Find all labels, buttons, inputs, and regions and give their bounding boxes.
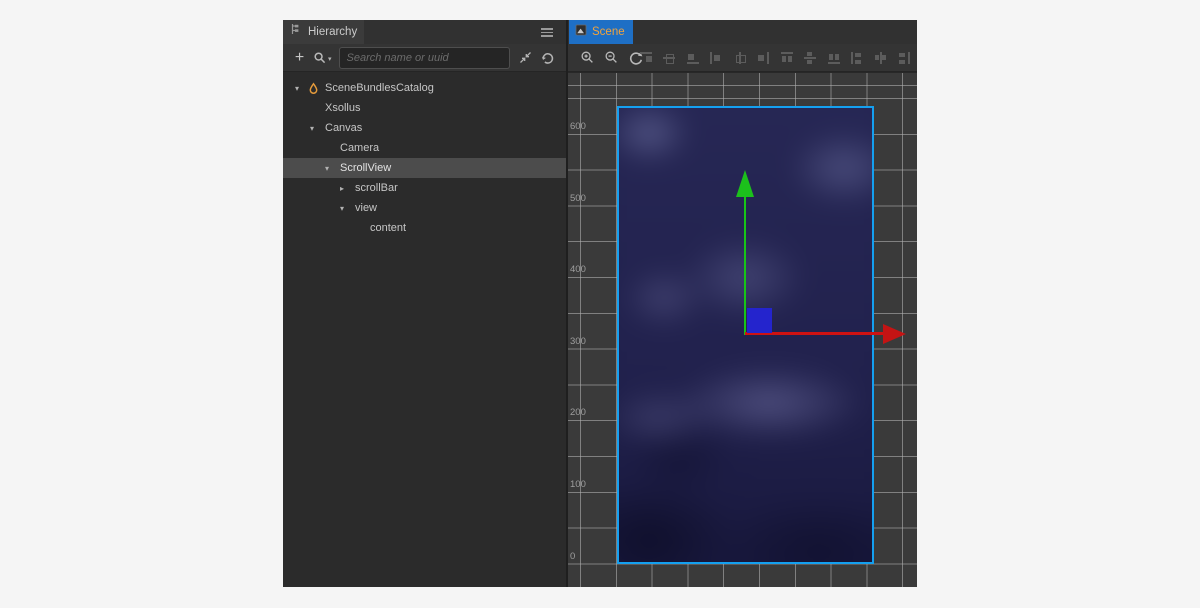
ruler-label: 500 — [570, 193, 586, 205]
tab-hierarchy[interactable]: Hierarchy — [283, 20, 364, 44]
gizmo-y-axis-line — [744, 197, 746, 335]
ruler-label: 0 — [570, 551, 575, 563]
tree-item-label: ScrollView — [338, 162, 391, 174]
hierarchy-tree-icon — [290, 23, 303, 41]
scene-tab-label: Scene — [592, 26, 625, 38]
search-input[interactable] — [339, 47, 510, 69]
hamburger-menu-icon[interactable] — [541, 28, 553, 37]
refresh-icon[interactable] — [540, 50, 556, 66]
caret-down-icon: ▾ — [328, 55, 332, 65]
add-node-button[interactable]: + — [293, 50, 306, 66]
tree-item-label: SceneBundlesCatalog — [323, 82, 434, 94]
hierarchy-panel: Hierarchy + ▾ — [283, 20, 566, 587]
ruler-label: 200 — [570, 407, 586, 419]
zoom-out-icon[interactable] — [603, 49, 620, 66]
scene-panel: Scene — [566, 20, 917, 587]
tree-item-scrollBar[interactable]: ▸scrollBar — [283, 178, 566, 198]
tree-item-view[interactable]: ▾view — [283, 198, 566, 218]
search-dropdown-icon[interactable]: ▾ — [313, 51, 332, 65]
tree-item-label: view — [353, 202, 377, 214]
align-bottom-icon[interactable] — [685, 50, 701, 66]
tree-item-content[interactable]: content — [283, 218, 566, 238]
distribute-right-icon[interactable] — [896, 50, 912, 66]
tree-item-label: scrollBar — [353, 182, 398, 194]
gizmo-origin-handle[interactable] — [747, 308, 772, 333]
scene-zoom-group — [579, 49, 644, 66]
hierarchy-toolbar: + ▾ — [283, 44, 566, 72]
scene-toolbar — [568, 44, 917, 72]
align-vcenter-icon[interactable] — [661, 50, 677, 66]
align-left-icon[interactable] — [708, 50, 724, 66]
align-right-icon[interactable] — [755, 50, 771, 66]
distribute-vcenter-icon[interactable] — [802, 50, 818, 66]
gizmo-y-axis-arrow[interactable] — [736, 170, 754, 197]
zoom-in-icon[interactable] — [579, 49, 596, 66]
expand-arrow-icon[interactable]: ▾ — [325, 164, 338, 173]
distribute-hcenter-icon[interactable] — [873, 50, 889, 66]
hierarchy-tab-label: Hierarchy — [308, 26, 357, 38]
editor-window: Hierarchy + ▾ — [283, 20, 917, 587]
expand-arrow-icon[interactable]: ▾ — [310, 124, 323, 133]
scene-grid: 600 500 400 300 200 100 0 — [568, 72, 917, 587]
scene-tabbar: Scene — [568, 20, 917, 44]
ruler-label: 400 — [570, 264, 586, 276]
tree-item-Xsollus[interactable]: Xsollus — [283, 98, 566, 118]
expand-arrow-icon[interactable]: ▸ — [340, 184, 353, 193]
tab-scene[interactable]: Scene — [569, 20, 633, 44]
tree-item-Canvas[interactable]: ▾Canvas — [283, 118, 566, 138]
tree-item-Camera[interactable]: Camera — [283, 138, 566, 158]
tree-item-label: content — [368, 222, 406, 234]
scene-flame-icon — [308, 82, 323, 95]
expand-arrow-icon[interactable]: ▾ — [340, 204, 353, 213]
ruler-label: 100 — [570, 479, 586, 491]
scene-align-tools — [638, 44, 912, 72]
distribute-bottom-icon[interactable] — [826, 50, 842, 66]
distribute-top-icon[interactable] — [779, 50, 795, 66]
hierarchy-tabbar: Hierarchy — [283, 20, 566, 44]
expand-arrow-icon[interactable]: ▾ — [295, 84, 308, 93]
align-top-icon[interactable] — [638, 50, 654, 66]
hierarchy-tree: ▾SceneBundlesCatalogXsollus▾CanvasCamera… — [283, 73, 566, 587]
tree-item-SceneBundlesCatalog[interactable]: ▾ SceneBundlesCatalog — [283, 78, 566, 98]
align-hcenter-icon[interactable] — [732, 50, 748, 66]
scene-image-icon — [575, 23, 587, 41]
tree-item-label: Xsollus — [323, 102, 360, 114]
tree-item-label: Canvas — [323, 122, 362, 134]
distribute-left-icon[interactable] — [849, 50, 865, 66]
gizmo-x-axis-arrow[interactable] — [883, 324, 906, 344]
ruler-label: 600 — [570, 121, 586, 133]
ruler-label: 300 — [570, 336, 586, 348]
tree-item-ScrollView[interactable]: ▾ScrollView — [283, 158, 566, 178]
collapse-all-icon[interactable] — [517, 50, 533, 66]
tree-item-label: Camera — [338, 142, 379, 154]
